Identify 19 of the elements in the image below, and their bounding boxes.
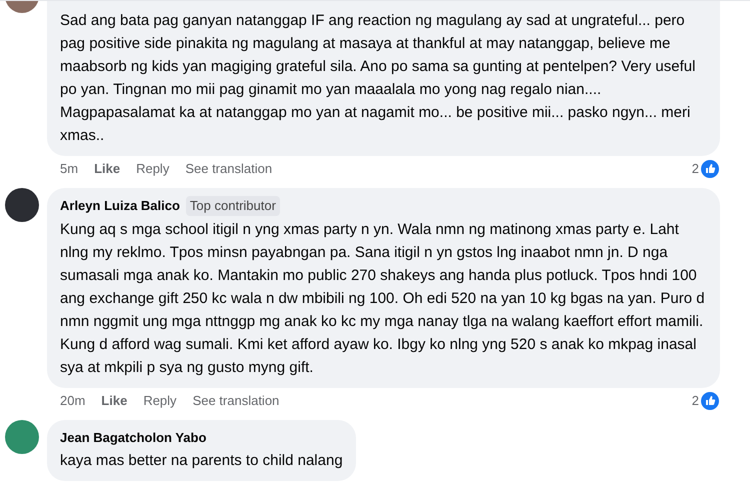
comment-action-link[interactable]: Like: [94, 159, 120, 179]
author-name[interactable]: Jean Bagatcholon Yabo: [60, 428, 206, 447]
comment-text: kaya mas better na parents to child nalang: [60, 451, 343, 471]
contributor-badge: Top contributor: [186, 196, 280, 216]
comment-action-link[interactable]: See translation: [185, 159, 272, 179]
author-name[interactable]: Arleyn Luiza Balico: [60, 196, 180, 216]
comment-text: Kung aq s mga school itigil n yng xmas party n yn. Wala nmn ng matinong xmas party e. Laht nlng my reklmo. Tpos minsn payabngan pa. Sana itigil n yn gstos lng inaabot nmn jn. D nga sumasali mga anak ko. Mantakin mo public 270 shakeys ang handa plus potluck. Tpos hndi 100 ang exchange gift 250 kc wala n dw mbibili ng 100. Oh edi 520 na yan 10 kg bgas na yan. Puro d nmn nggmit ung mga nttnggp mg anak ko kc my mga nanay tlga na walang kaeffort effort mamili. Kung d afford wag sumali. Kmi ket afford ayaw ko. Ibgy ko nlng yng 520 s anak ko mkpag inasal sya at mkpili p sya ng gusto myng gift.: [60, 220, 706, 378]
timestamp[interactable]: 5m: [60, 159, 78, 179]
comment-action-link[interactable]: See translation: [192, 390, 280, 410]
reaction-count: 2: [692, 392, 699, 410]
timestamp[interactable]: 20m: [60, 390, 86, 410]
comment-action-link[interactable]: Like: [101, 390, 128, 410]
avatar[interactable]: [5, 188, 39, 222]
comment-action-link[interactable]: Reply: [136, 159, 170, 179]
comment-action-link[interactable]: Reply: [143, 390, 177, 410]
reaction-count: 2: [692, 160, 699, 178]
thumbs-up-icon: [700, 159, 720, 179]
comment-text: Sad ang bata pag ganyan natanggap IF ang reaction ng magulang ay sad at ungrateful... pero pag positive side pinakita ng magulang at masaya at thankful at may natanggap, believe me maabsorb ng kids yan magiging grateful sila. Ano po sama sa gunting at pentelpen? Very useful po yan. Tingnan mo mii pag ginamit mo yan maaalala mo yong nag regalo nian.... Magpapasalamat ka at natanggap mo yan at nagamit mo... be positive mii... pasko ngyn... meri xmas..: [60, 11, 696, 146]
thumbs-up-icon: [700, 390, 720, 410]
